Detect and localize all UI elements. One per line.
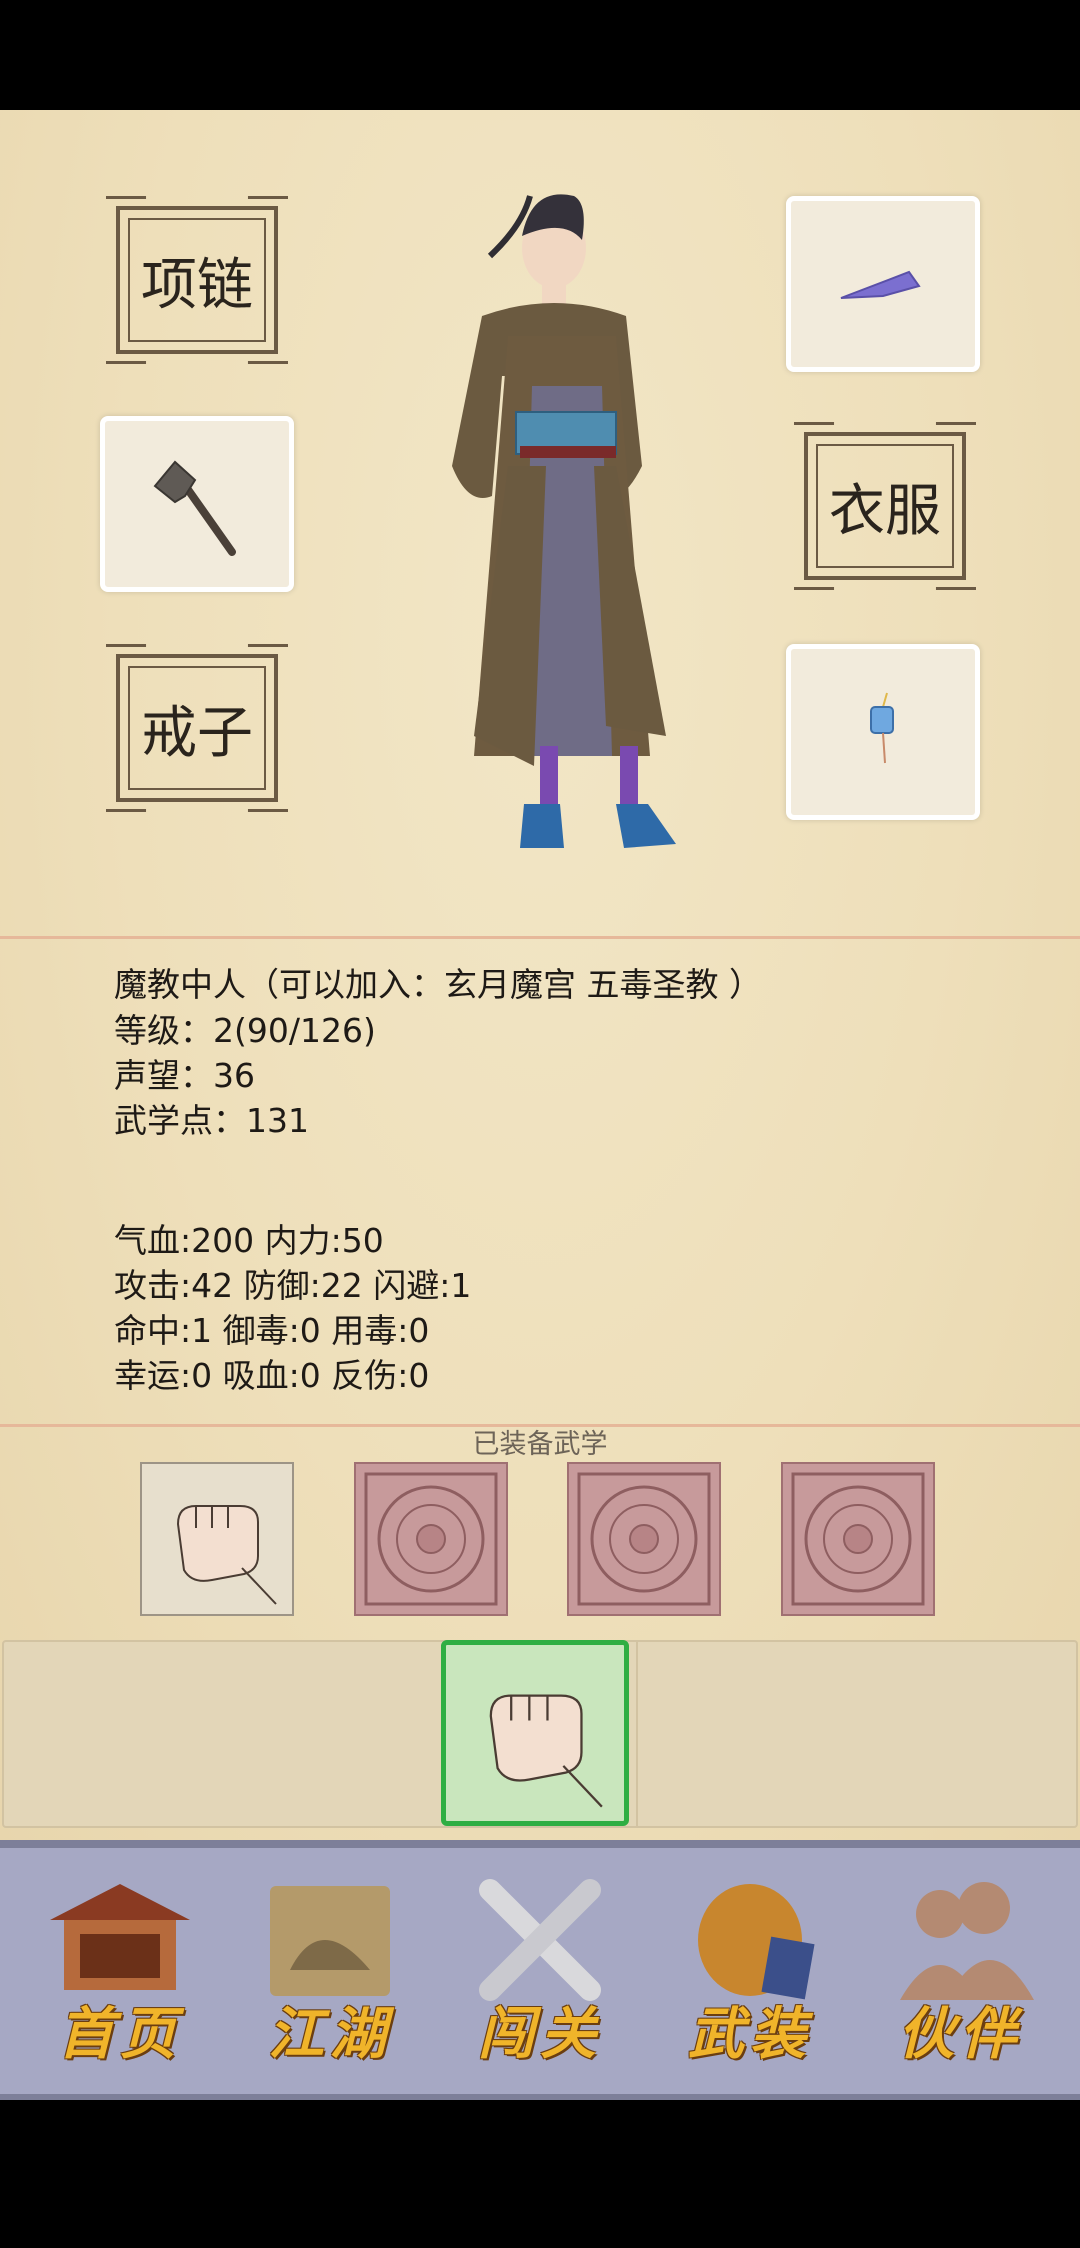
stats-line-3: 命中:1 御毒:0 用毒:0 [114,1311,430,1350]
equipped-skill-slot-4[interactable] [781,1462,935,1616]
equipped-skill-slot-3[interactable] [567,1462,721,1616]
stats-line-1: 气血:200 内力:50 [114,1221,384,1260]
weapon-slot[interactable] [100,416,294,592]
clothes-slot-label: 衣服 [829,478,941,544]
nav-challenge[interactable]: 闯关 [450,1870,630,2070]
nav-armory[interactable]: 武装 [660,1870,840,2070]
nav-jianghu-label: 江湖 [268,2001,392,2067]
nav-companions[interactable]: 伙伴 [870,1870,1050,2070]
empty-slot-seal-icon [577,1472,711,1606]
nav-home-label: 首页 [58,2001,182,2067]
nav-home[interactable]: 首页 [30,1870,210,2070]
stats-line-2: 攻击:42 防御:22 闪避:1 [114,1266,472,1305]
hat-slot[interactable] [786,196,980,372]
axe-icon [153,460,236,556]
necklace-slot-label: 项链 [141,252,253,318]
empty-slot-seal-icon [364,1472,498,1606]
character-figure [452,194,676,848]
straw-hat-icon [840,270,921,299]
nav-companions-label: 伙伴 [898,2001,1022,2067]
stats-line-4: 幸运:0 吸血:0 反伤:0 [114,1356,430,1395]
nav-armory-label: 武装 [688,2001,812,2067]
level-info: 等级：2(90/126) [114,1011,376,1050]
nav-challenge-label: 闯关 [478,2001,602,2067]
equipped-skill-slot-2[interactable] [354,1462,508,1616]
reputation-info: 声望：36 [114,1056,255,1095]
ring-slot[interactable]: 戒子 [116,654,278,802]
equipped-skill-slot-1[interactable] [140,1462,294,1616]
skill-bar-divider [636,1642,638,1828]
sect-info: 魔教中人（可以加入：玄月魔宫 五毒圣教 ） [114,965,762,1004]
pendant-icon [870,692,894,764]
martial-points-info: 武学点：131 [114,1101,309,1140]
pendant-slot[interactable] [786,644,980,820]
ring-slot-label: 戒子 [141,700,253,766]
fist-icon [176,1505,277,1605]
fist-icon [489,1694,603,1808]
empty-slot-seal-icon [791,1472,925,1606]
clothes-slot[interactable]: 衣服 [804,432,966,580]
top-divider [0,936,1080,939]
equipped-skills-title: 已装备武学 [472,1429,608,1460]
bottom-navigation: 首页 江湖 闯关 武装 伙伴 [0,1840,1080,2100]
selected-skill-fist[interactable] [441,1640,629,1826]
nav-jianghu[interactable]: 江湖 [240,1870,420,2070]
necklace-slot[interactable]: 项链 [116,206,278,354]
